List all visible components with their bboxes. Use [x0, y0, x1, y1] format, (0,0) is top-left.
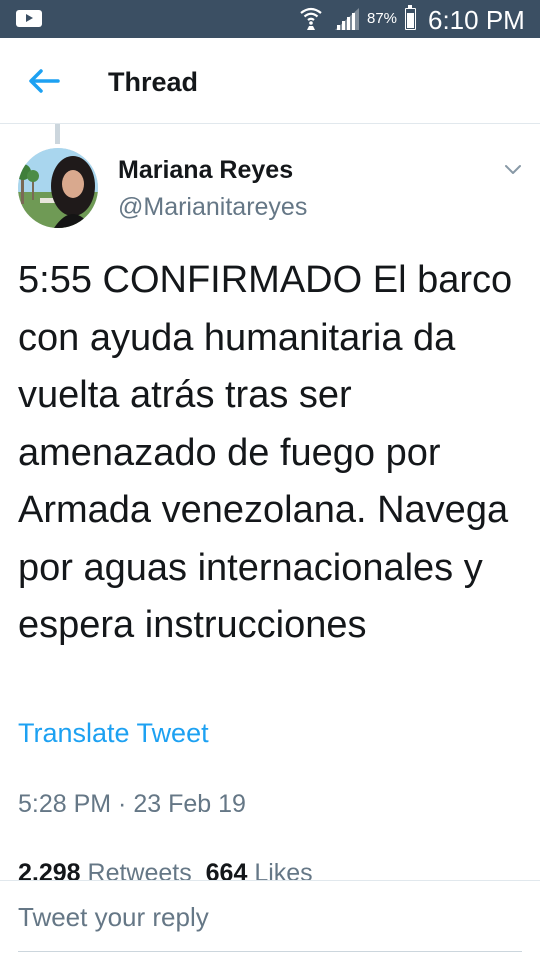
likes-label: Likes: [254, 859, 313, 882]
top-app-bar: Thread: [0, 38, 540, 124]
status-bar: 87% 6:10 PM: [0, 0, 540, 38]
author-name[interactable]: Mariana Reyes: [118, 155, 293, 185]
author-handle[interactable]: @Marianitareyes: [118, 192, 307, 222]
avatar-photo: [18, 148, 98, 228]
likes-count: 664: [205, 859, 248, 882]
page-title: Thread: [108, 67, 199, 97]
app-notification-icon: [16, 10, 42, 27]
engagement-stats: 2,298 Retweets 664 Likes: [18, 858, 538, 882]
reply-bar: [0, 880, 540, 960]
battery-level-fill: [407, 12, 414, 28]
retweets-count: 2,298: [18, 859, 81, 882]
wifi-icon: [300, 7, 322, 30]
reply-input[interactable]: [18, 897, 522, 937]
signal-icon: [335, 8, 359, 30]
retweets-label: Retweets: [87, 859, 192, 882]
thread-connector-line: [55, 124, 60, 144]
back-arrow-icon: [29, 69, 60, 93]
translate-tweet-link[interactable]: Translate Tweet: [18, 717, 209, 749]
tweet-timestamp: 5:28 PM · 23 Feb 19: [18, 790, 246, 818]
battery-icon: [405, 5, 416, 30]
chevron-down-icon: [505, 165, 521, 174]
retweets-stat[interactable]: 2,298 Retweets: [18, 859, 192, 882]
likes-stat[interactable]: 664 Likes: [206, 859, 313, 882]
reply-input-underline: [18, 951, 522, 952]
tweet-text: 5:55 CONFIRMADO El barco con ayuda human…: [18, 259, 513, 646]
battery-percentage: 87%: [367, 10, 398, 27]
avatar[interactable]: [18, 148, 98, 228]
back-button[interactable]: [20, 60, 64, 104]
tweet-options-button[interactable]: [500, 160, 526, 180]
status-time: 6:10 PM: [428, 5, 525, 35]
